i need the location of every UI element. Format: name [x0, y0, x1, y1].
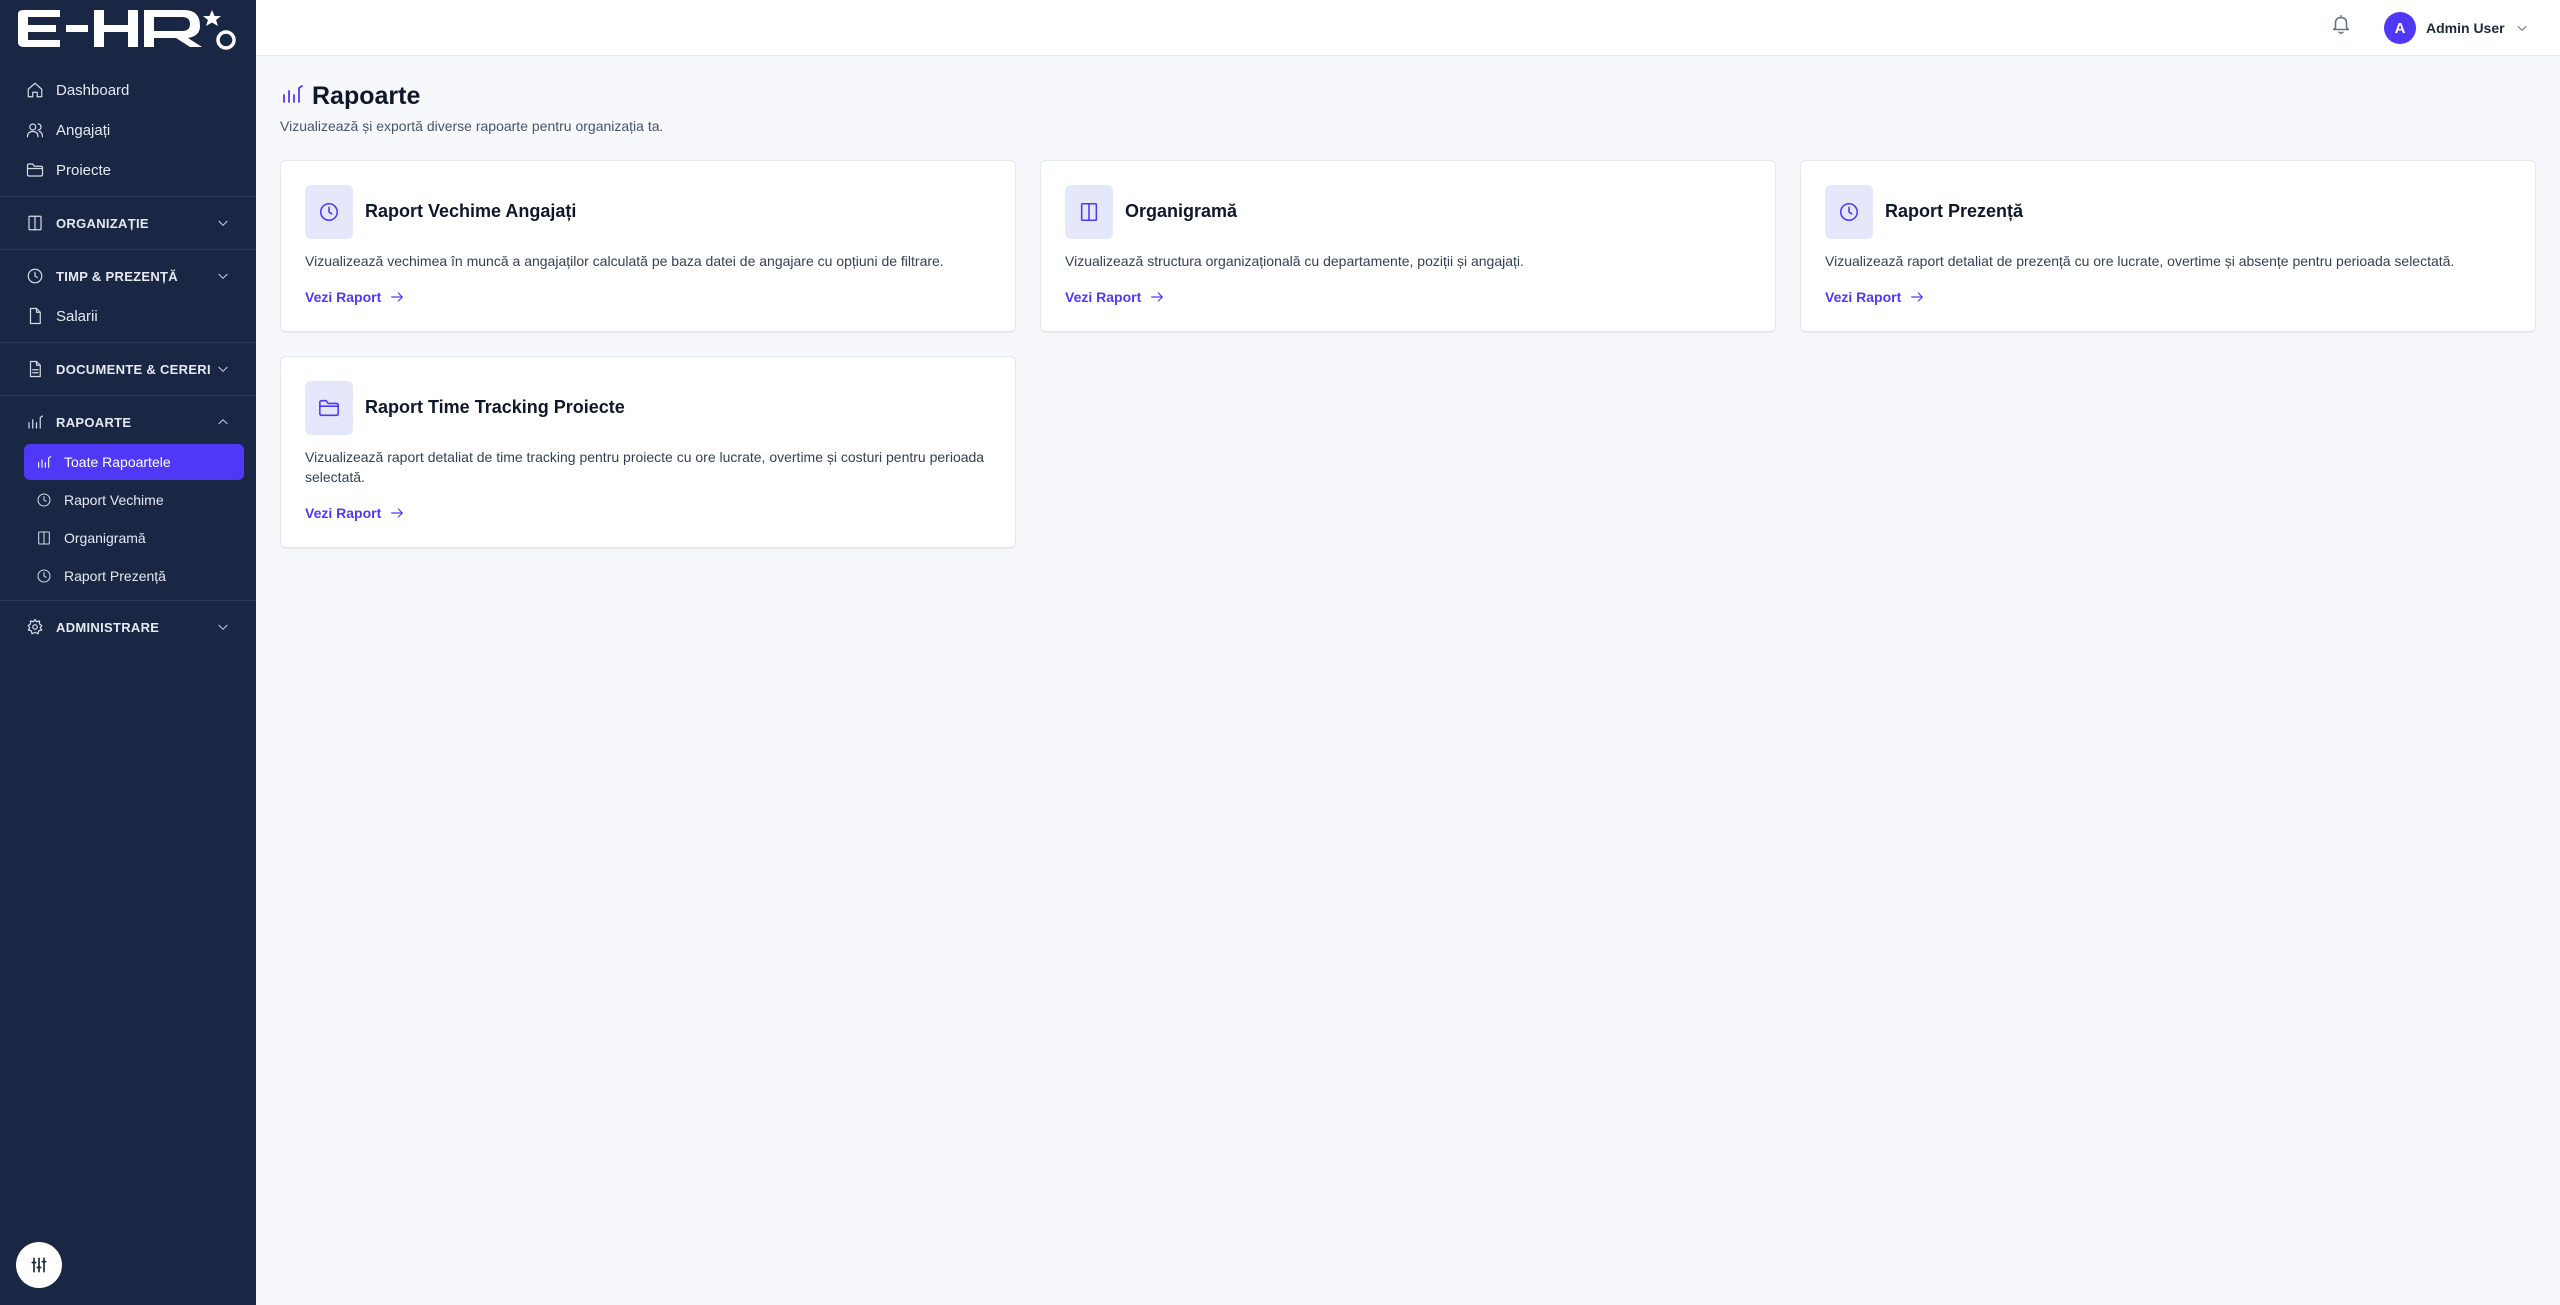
sidebar-section-label: ORGANIZAȚIE [56, 215, 149, 231]
folder-icon [319, 399, 339, 417]
sidebar-section-timp-prezenta[interactable]: TIMP & PREZENȚĂ [0, 256, 256, 296]
top-header [256, 0, 2560, 56]
card-title: Raport Vechime Angajați [365, 201, 577, 221]
chevron-up-icon [218, 419, 228, 425]
home-icon [26, 81, 44, 99]
sidebar-section-organizatie[interactable]: ORGANIZAȚIE [0, 203, 256, 243]
page-title: Rapoarte [312, 82, 421, 110]
sidebar-item-label: Proiecte [56, 161, 112, 179]
link-label: Vezi Raport [1825, 289, 1902, 305]
e-hr-logo[interactable] [16, 6, 236, 50]
notifications-button[interactable] [2330, 13, 2354, 37]
sidebar-section-label: RAPOARTE [56, 414, 132, 430]
card-description: Vizualizează raport detaliat de time tra… [305, 449, 985, 485]
sidebar-section-label: DOCUMENTE & CERERI [56, 361, 211, 377]
chart-icon [26, 413, 44, 431]
link-label: Vezi Raport [305, 289, 382, 305]
sidebar-item-label: Raport Prezență [64, 568, 166, 584]
clock-icon [36, 492, 52, 508]
sidebar-item-dashboard[interactable]: Dashboard [0, 70, 256, 110]
report-card-time-tracking: Raport Time Tracking Proiecte Vizualizea… [280, 356, 1016, 548]
page-subtitle: Vizualizează și exportă diverse rapoarte… [280, 118, 664, 134]
document-icon [26, 307, 44, 325]
sidebar-divider [0, 249, 256, 250]
sidebar-item-toate-rapoartele[interactable]: Toate Rapoartele [24, 444, 244, 480]
card-description: Vizualizează raport detaliat de prezență… [1825, 253, 2455, 269]
sidebar-section-documente-cereri[interactable]: DOCUMENTE & CERERI [0, 349, 256, 389]
sidebar-item-label: Dashboard [56, 81, 130, 99]
view-report-link[interactable]: Vezi Raport [305, 505, 405, 521]
user-name: Admin User [2426, 20, 2505, 36]
clock-icon [1839, 202, 1859, 222]
card-title: Organigramă [1125, 201, 1238, 221]
card-title: Raport Time Tracking Proiecte [365, 397, 625, 417]
chart-icon [280, 82, 304, 111]
settings-toggle-button[interactable] [16, 1242, 62, 1288]
arrow-right-icon [1151, 292, 1164, 302]
report-card-organigrama: Organigramă Vizualizează structura organ… [1040, 160, 1776, 332]
sidebar-divider [0, 395, 256, 396]
folder-icon [26, 161, 44, 179]
sidebar-item-raport-vechime[interactable]: Raport Vechime [24, 482, 244, 518]
card-icon-box [1825, 185, 1873, 239]
arrow-right-icon [391, 292, 404, 302]
sidebar-item-proiecte[interactable]: Proiecte [0, 150, 256, 190]
arrow-right-icon [1911, 292, 1924, 302]
book-icon [1080, 202, 1098, 222]
book-icon [36, 530, 52, 546]
sidebar-item-raport-prezenta[interactable]: Raport Prezență [24, 558, 244, 594]
chevron-down-icon [218, 366, 228, 372]
sliders-icon [31, 1257, 47, 1273]
card-icon-box [305, 381, 353, 435]
view-report-link[interactable]: Vezi Raport [1065, 289, 1165, 305]
sidebar-item-angajati[interactable]: Angajați [0, 110, 256, 150]
user-menu[interactable]: A Admin User [2384, 11, 2529, 45]
chevron-down-icon [218, 273, 228, 279]
clock-icon [36, 568, 52, 584]
avatar: A [2384, 12, 2416, 44]
bell-icon [2332, 14, 2350, 34]
sidebar-item-label: Organigramă [64, 530, 146, 546]
sidebar-divider [0, 196, 256, 197]
clock-icon [319, 202, 339, 222]
sidebar: Dashboard Angajați Proiecte ORGANIZAȚIE … [0, 0, 256, 1305]
sidebar-section-label: ADMINISTRARE [56, 619, 160, 635]
sidebar-item-label: Angajați [56, 121, 111, 139]
chart-icon [36, 454, 52, 470]
chevron-down-icon [218, 624, 228, 630]
sidebar-item-label: Salarii [56, 307, 98, 325]
clock-icon [26, 267, 44, 285]
sidebar-section-administrare[interactable]: ADMINISTRARE [0, 607, 256, 647]
sidebar-item-label: Raport Vechime [64, 492, 164, 508]
card-title: Raport Prezență [1885, 201, 2024, 221]
link-label: Vezi Raport [1065, 289, 1142, 305]
arrow-right-icon [391, 508, 404, 518]
view-report-link[interactable]: Vezi Raport [1825, 289, 1925, 305]
card-icon-box [305, 185, 353, 239]
card-description: Vizualizează vechimea în muncă a angajaț… [305, 253, 944, 269]
card-icon-box [1065, 185, 1113, 239]
page-header: Rapoarte [280, 82, 420, 111]
chevron-down-icon [2515, 21, 2529, 35]
report-card-prezenta: Raport Prezență Vizualizează raport deta… [1800, 160, 2536, 332]
sidebar-item-label: Toate Rapoartele [64, 454, 171, 470]
sidebar-section-rapoarte[interactable]: RAPOARTE [0, 402, 256, 442]
card-description: Vizualizează structura organizațională c… [1065, 253, 1524, 269]
sidebar-item-salarii[interactable]: Salarii [0, 296, 256, 336]
sidebar-section-label: TIMP & PREZENȚĂ [56, 268, 178, 284]
link-label: Vezi Raport [305, 505, 382, 521]
gear-icon [26, 618, 44, 636]
users-icon [26, 121, 44, 139]
sidebar-item-organigrama[interactable]: Organigramă [24, 520, 244, 556]
sidebar-divider [0, 600, 256, 601]
sidebar-divider [0, 342, 256, 343]
sidebar-nav: Dashboard Angajați Proiecte ORGANIZAȚIE … [0, 70, 256, 647]
document-icon [26, 360, 44, 378]
report-card-vechime: Raport Vechime Angajați Vizualizează vec… [280, 160, 1016, 332]
view-report-link[interactable]: Vezi Raport [305, 289, 405, 305]
book-icon [26, 214, 44, 232]
chevron-down-icon [218, 220, 228, 226]
